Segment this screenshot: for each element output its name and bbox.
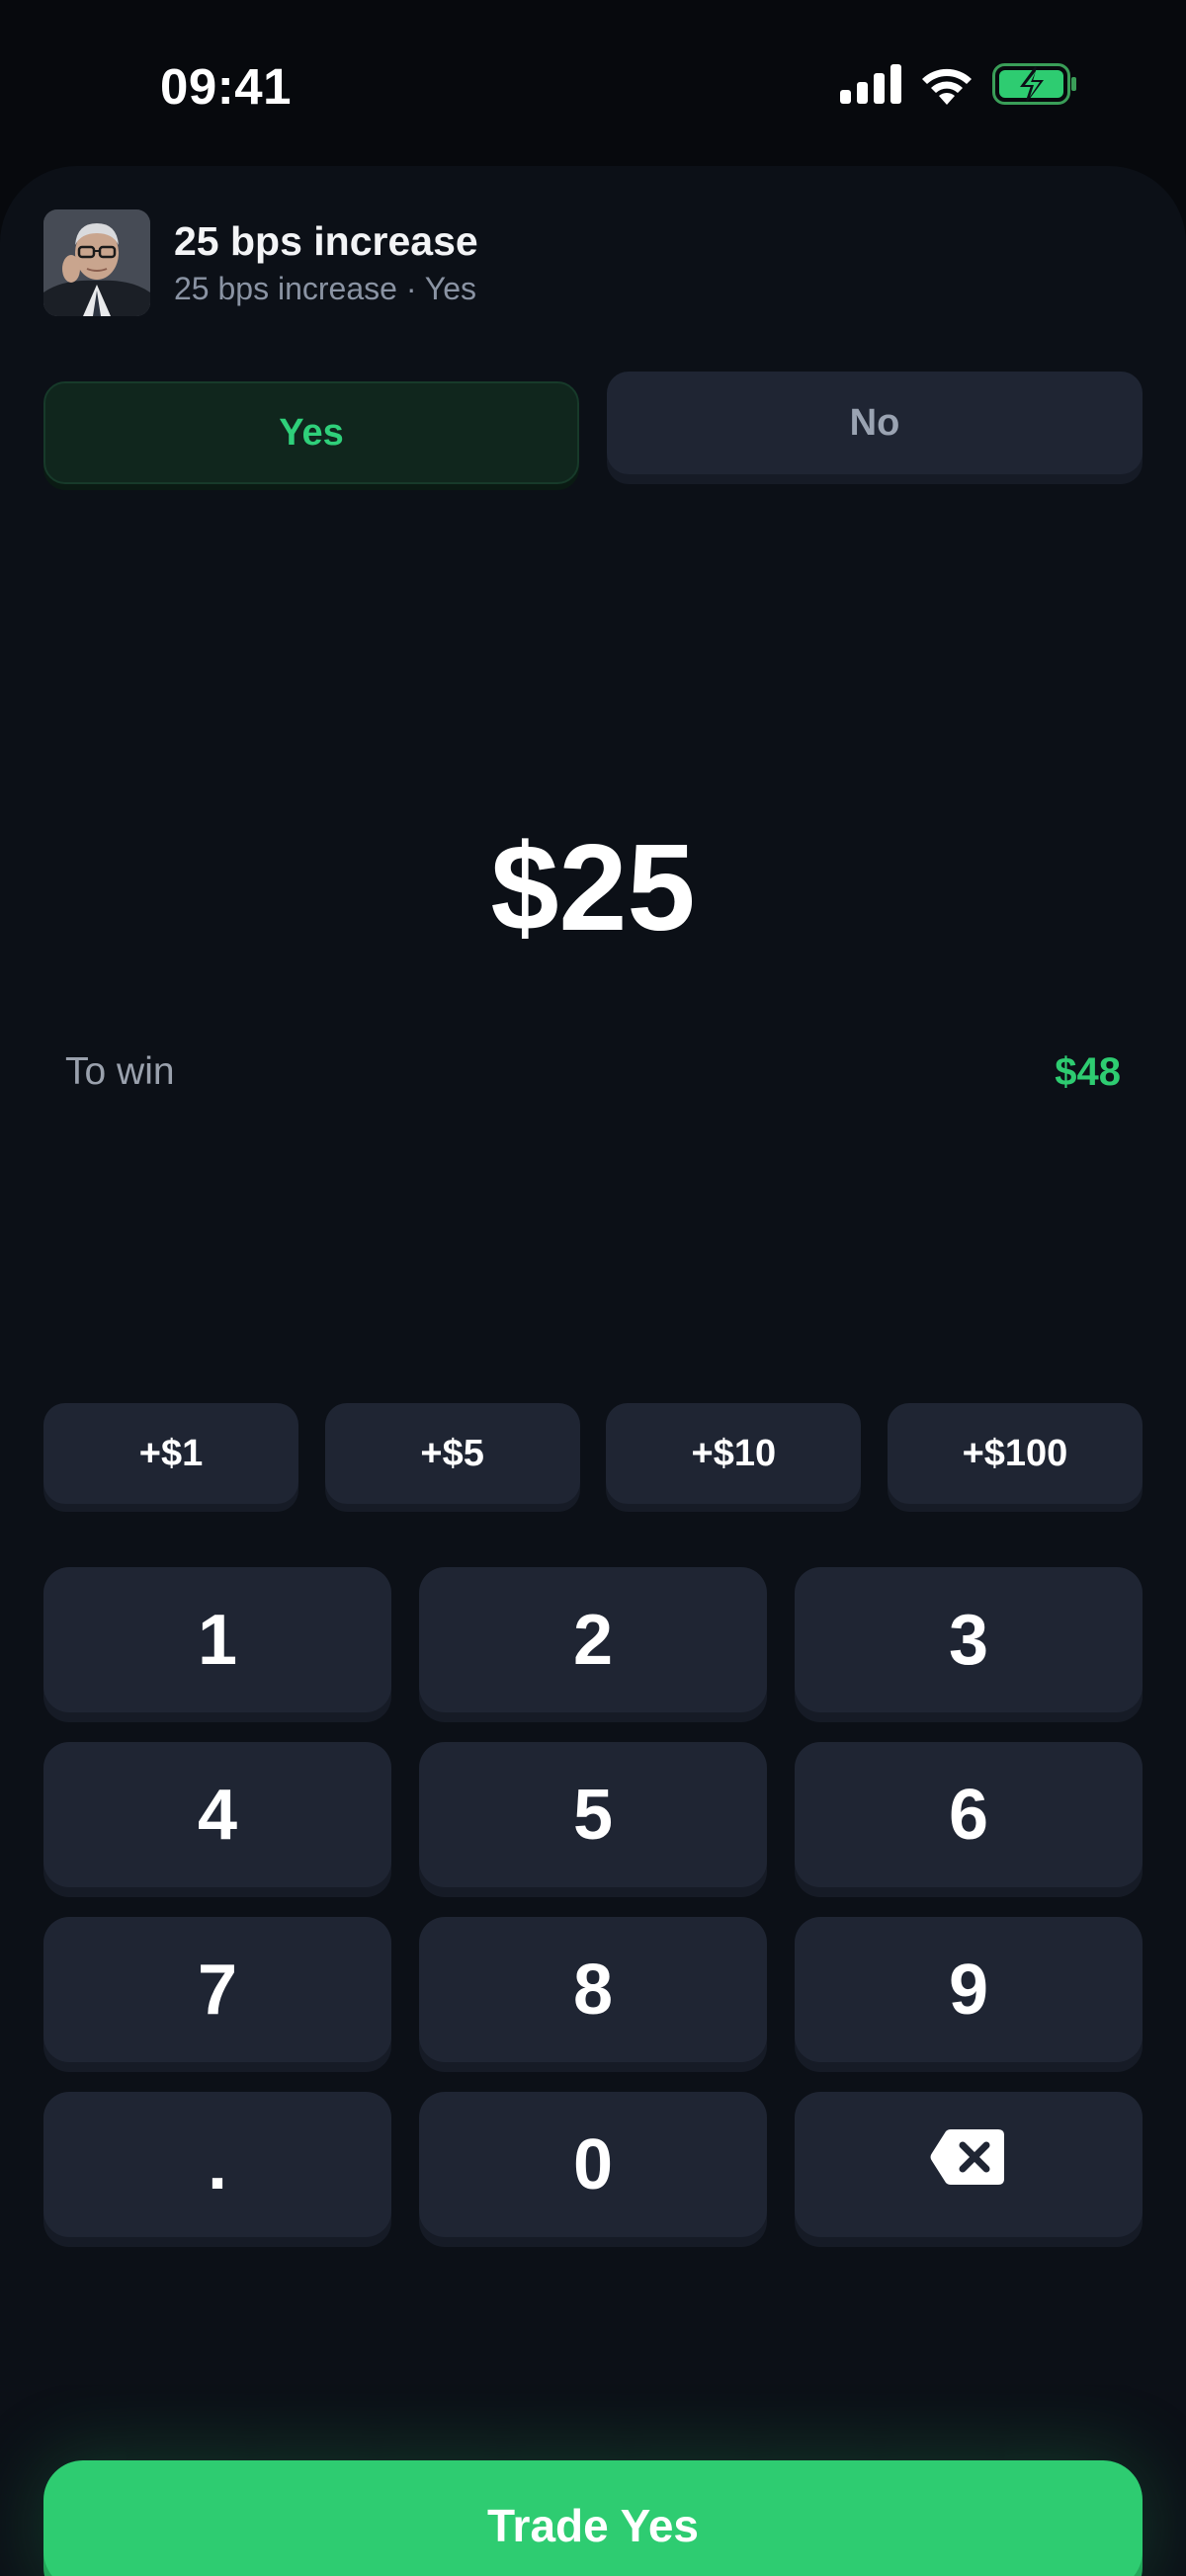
quick-add-5-button[interactable]: +$5 [324, 1403, 580, 1504]
key-decimal[interactable]: . [43, 2092, 391, 2237]
key-0[interactable]: 0 [419, 2092, 767, 2237]
key-1[interactable]: 1 [43, 1567, 391, 1712]
key-2[interactable]: 2 [419, 1567, 767, 1712]
quick-add-10-button[interactable]: +$10 [606, 1403, 862, 1504]
amount-display: $25 [490, 820, 696, 956]
status-bar: 09:41 [0, 0, 1186, 168]
trade-sheet: 25 bps increase 25 bps increase · Yes Ye… [0, 166, 1186, 2576]
to-win-label: To win [65, 1050, 175, 1093]
yes-toggle-button[interactable]: Yes [43, 381, 579, 484]
battery-charging-icon [992, 63, 1077, 110]
status-icons [840, 63, 1077, 110]
key-4[interactable]: 4 [43, 1742, 391, 1887]
numeric-keypad: 1 2 3 4 5 6 7 8 9 . 0 [43, 1567, 1143, 2237]
key-5[interactable]: 5 [419, 1742, 767, 1887]
wifi-icon [919, 63, 974, 110]
key-7[interactable]: 7 [43, 1917, 391, 2062]
status-time: 09:41 [160, 58, 292, 115]
market-text: 25 bps increase 25 bps increase · Yes [174, 217, 478, 308]
key-9[interactable]: 9 [795, 1917, 1143, 2062]
key-backspace[interactable] [795, 2092, 1143, 2237]
market-avatar [43, 209, 150, 316]
cellular-signal-icon [840, 64, 901, 109]
quick-add-chips: +$1 +$5 +$10 +$100 [43, 1403, 1143, 1504]
quick-add-1-button[interactable]: +$1 [43, 1403, 298, 1504]
market-header: 25 bps increase 25 bps increase · Yes [43, 209, 478, 316]
market-title: 25 bps increase [174, 218, 478, 264]
key-6[interactable]: 6 [795, 1742, 1143, 1887]
market-subtitle: 25 bps increase · Yes [174, 271, 476, 306]
to-win-value: $48 [1055, 1050, 1121, 1094]
key-3[interactable]: 3 [795, 1567, 1143, 1712]
no-toggle-button[interactable]: No [607, 372, 1143, 474]
trade-yes-button[interactable]: Trade Yes [43, 2460, 1143, 2576]
trade-screen: 09:41 25 bps increase 25 bps increase · … [0, 0, 1186, 2576]
quick-add-100-button[interactable]: +$100 [887, 1403, 1143, 1504]
key-8[interactable]: 8 [419, 1917, 767, 2062]
backspace-icon [929, 2124, 1008, 2205]
